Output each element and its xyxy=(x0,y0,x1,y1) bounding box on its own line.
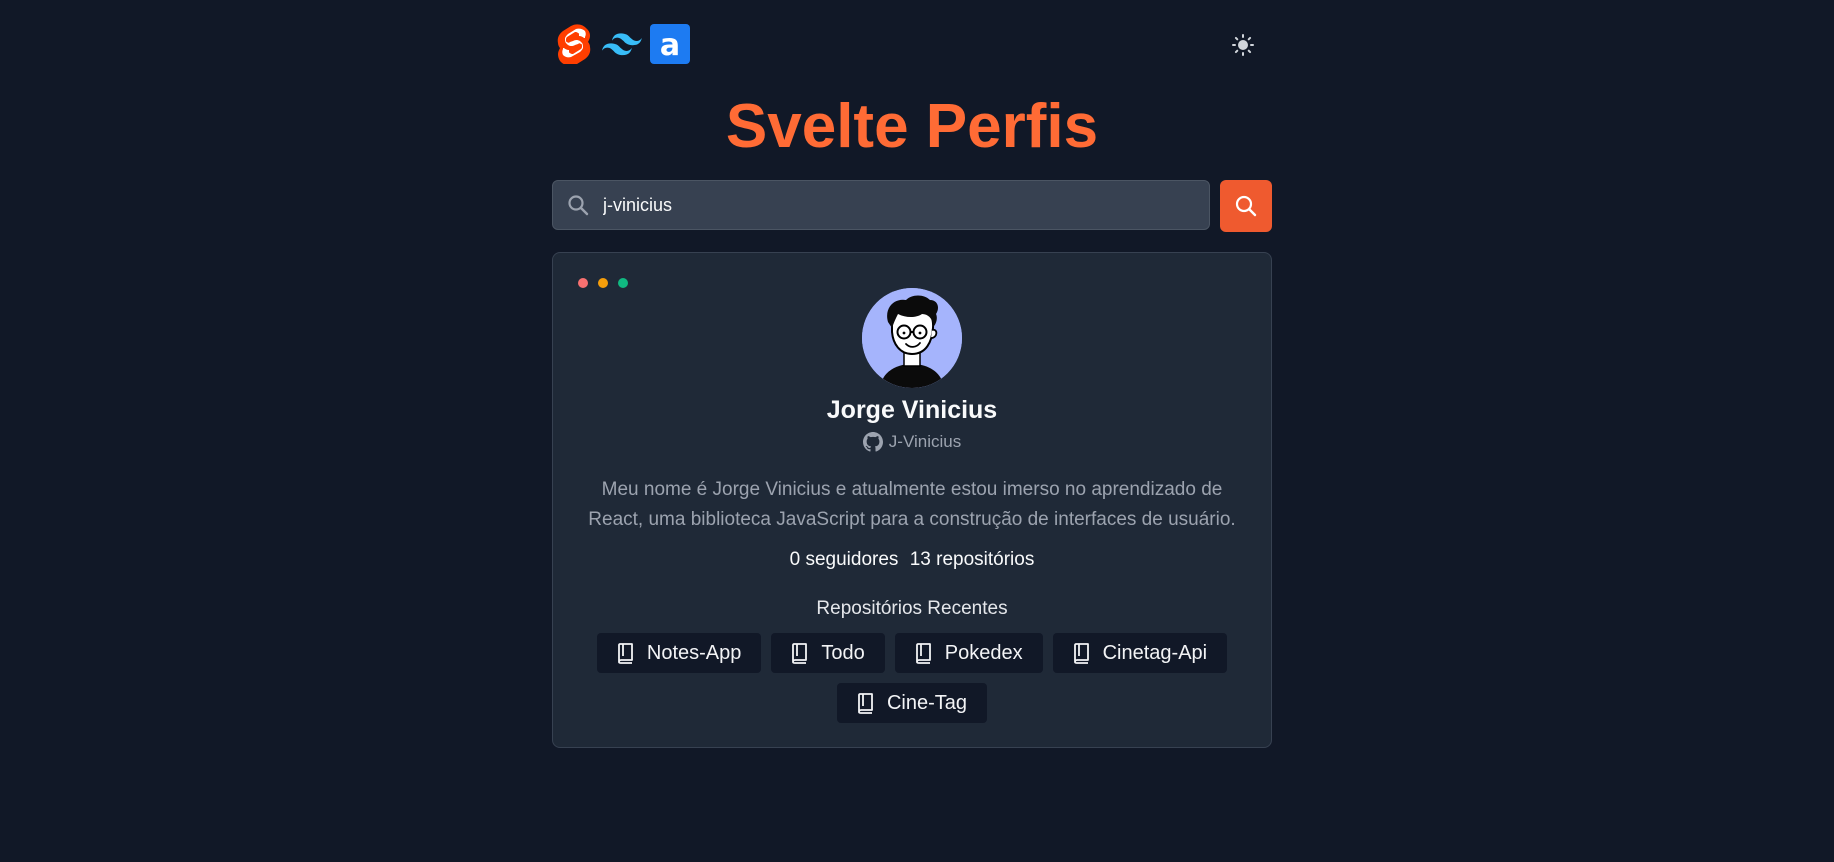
main-container: a Svelte Perfis j-vinicius Jorge Viniciu… xyxy=(552,0,1272,748)
profile-bio: Meu nome é Jorge Vinicius e atualmente e… xyxy=(588,479,1236,530)
recent-repos-title: Repositórios Recentes xyxy=(816,598,1008,619)
repositories-count: 13 repositórios xyxy=(909,549,1035,570)
repo-label: Todo xyxy=(821,641,865,664)
page-title: Svelte Perfis xyxy=(725,92,1099,161)
axios-logo-icon: a xyxy=(650,24,690,64)
search-bar xyxy=(552,180,1272,232)
search-icon xyxy=(568,195,589,216)
recent-repos-list: Notes-App Todo Pokedex Cinetag-Api Cine-… xyxy=(583,633,1241,723)
profile-username-link[interactable]: J-Vinicius xyxy=(553,429,1271,455)
repo-label: Notes-App xyxy=(646,641,742,664)
profile-stats: 0 seguidores 13 repositórios xyxy=(553,545,1271,575)
avatar xyxy=(862,288,962,388)
window-dot-yellow xyxy=(598,278,608,288)
repo-item[interactable]: Cine-Tag xyxy=(836,683,988,723)
tailwind-logo-icon xyxy=(602,24,642,64)
search-field[interactable] xyxy=(552,180,1210,230)
repo-label: Pokedex xyxy=(944,641,1023,664)
repo-item[interactable]: Pokedex xyxy=(894,633,1043,673)
book-icon xyxy=(858,693,873,714)
book-icon xyxy=(915,643,931,664)
profile-name: Jorge Vinicius xyxy=(826,396,998,424)
window-dots xyxy=(578,278,628,288)
tech-logos: a xyxy=(554,24,690,64)
followers-count: 0 seguidores xyxy=(789,549,899,570)
book-icon xyxy=(617,643,633,664)
repo-item[interactable]: Notes-App xyxy=(596,633,762,673)
profile-username: J-Vinicius xyxy=(888,432,962,451)
window-dot-red xyxy=(578,278,588,288)
svelte-logo-icon xyxy=(554,24,594,64)
book-icon xyxy=(792,643,808,664)
search-icon xyxy=(1235,195,1257,217)
github-icon xyxy=(862,432,883,452)
search-input[interactable] xyxy=(601,193,1165,217)
svg-text:a: a xyxy=(660,28,680,63)
top-bar: a xyxy=(552,0,1272,90)
page: a Svelte Perfis j-vinicius Jorge Viniciu… xyxy=(0,0,1834,862)
repo-item[interactable]: Cinetag-Api xyxy=(1052,633,1228,673)
repo-label: Cine-Tag xyxy=(886,691,968,714)
theme-toggle-button[interactable] xyxy=(1228,30,1258,60)
repo-label: Cinetag-Api xyxy=(1102,641,1208,664)
book-icon xyxy=(1073,643,1089,664)
window-dot-green xyxy=(618,278,628,288)
search-button[interactable] xyxy=(1220,180,1272,232)
repo-item[interactable]: Todo xyxy=(771,633,885,673)
profile-card: Jorge Vinicius J-Vinicius Meu nome é Jor… xyxy=(552,252,1272,748)
sun-icon xyxy=(1232,34,1254,56)
